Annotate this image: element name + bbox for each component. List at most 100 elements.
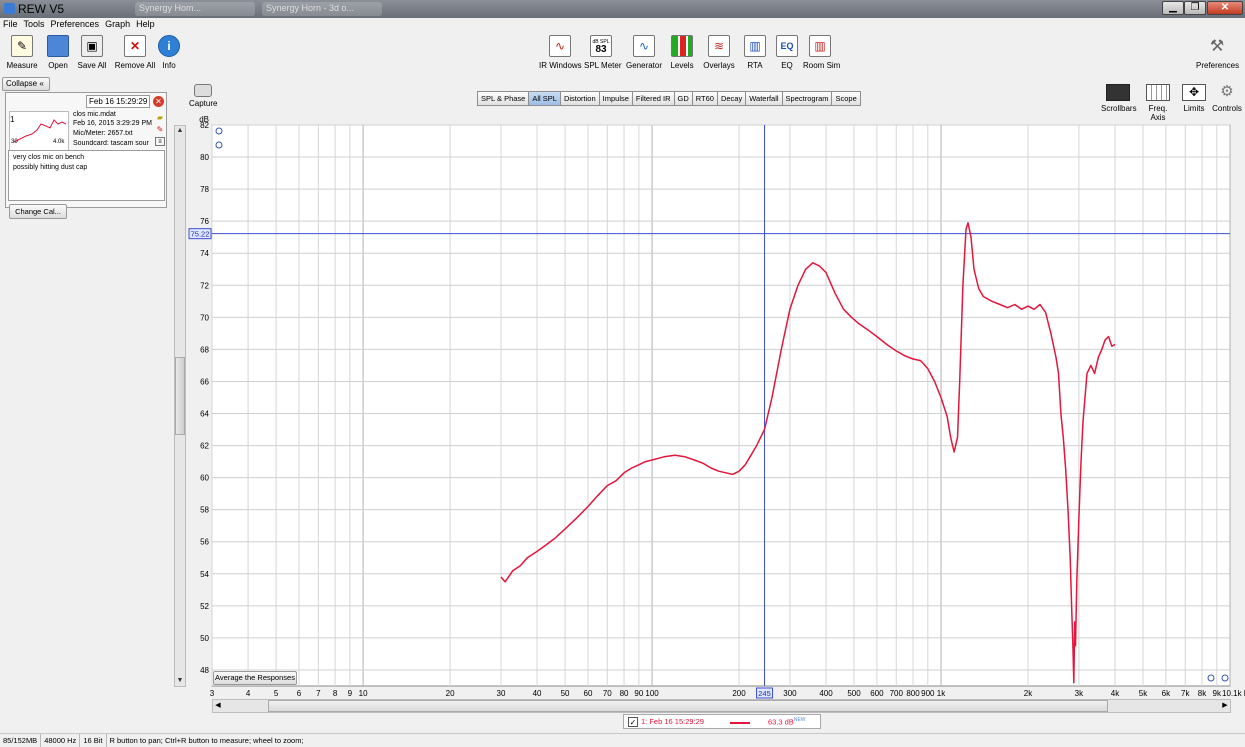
collapse-button[interactable]: Collapse « — [2, 77, 50, 91]
x-tick-label: 500 — [847, 689, 861, 698]
x-tick-label: 400 — [819, 689, 833, 698]
cursor-y-label: 75.22 — [191, 230, 210, 239]
y-tick-label: 48 — [200, 666, 209, 675]
graph-tabs: SPL & Phase All SPL Distortion Impulse F… — [477, 91, 861, 106]
ir-windows-button[interactable]: ∿ IR Windows — [539, 35, 582, 70]
status-memory: 85/152MB — [0, 734, 42, 747]
y-tick-label: 60 — [200, 474, 209, 483]
room-sim-icon: ▥ — [809, 35, 831, 57]
x-tick-label: 90 — [634, 689, 643, 698]
measurement-card[interactable]: Feb 16 15:29:29 ✕ 1 30 4.0k clos mic.mda… — [5, 92, 167, 219]
x-tick-label: 70 — [603, 689, 612, 698]
capture-button[interactable]: Capture — [189, 84, 217, 108]
x-tick-label: 4 — [246, 689, 251, 698]
measurement-mic-meter: Mic/Meter: 2657.txt — [73, 130, 133, 137]
tab-distortion[interactable]: Distortion — [559, 91, 600, 106]
edit-icon[interactable]: ✎ — [155, 125, 165, 134]
tab-scope[interactable]: Scope — [831, 91, 861, 106]
maximize-icon[interactable]: ❐ — [1184, 1, 1206, 15]
scroll-down-icon[interactable]: ▼ — [175, 676, 185, 686]
tab-waterfall[interactable]: Waterfall — [745, 91, 783, 106]
x-tick-label: 200 — [732, 689, 746, 698]
spl-graph[interactable]: 48 50 52 54 56 58 60 62 64 66 68 70 72 74 76 78 80 82 dB 3 4… — [186, 112, 1245, 702]
spl-meter-button[interactable]: dB SPL 83 SPL Meter — [584, 35, 622, 70]
spl-chart[interactable]: 485052545658606264666870727476788082dB3 4… — [186, 112, 1245, 702]
tab-all-spl[interactable]: All SPL — [528, 91, 561, 106]
levels-button[interactable]: Levels — [669, 35, 695, 70]
scroll-up-icon[interactable]: ▲ — [175, 126, 185, 136]
tab-rt60[interactable]: RT60 — [691, 91, 718, 106]
vertical-scrollbar[interactable]: ▲ ▼ — [174, 125, 186, 687]
notes-line: very clos mic on bench — [13, 154, 85, 161]
tab-decay[interactable]: Decay — [716, 91, 747, 106]
scroll-left-icon[interactable]: ◀ — [213, 700, 223, 712]
minimize-icon[interactable]: ▁ — [1162, 1, 1184, 15]
legend-checkbox[interactable]: ✓ — [628, 717, 638, 727]
x-tick-label: 2k — [1024, 689, 1033, 698]
x-tick-label: 1k — [937, 689, 946, 698]
tab-filtered-ir[interactable]: Filtered IR — [631, 91, 675, 106]
vertical-scroll-thumb[interactable] — [175, 357, 185, 435]
background-tab[interactable]: Synergy Hom... — [135, 2, 255, 16]
cursor-x-label: 245 — [758, 689, 771, 698]
change-cal-button[interactable]: Change Cal... — [9, 204, 67, 219]
y-tick-label: 78 — [200, 185, 209, 194]
rta-button[interactable]: ▥ RTA — [743, 35, 767, 70]
legend-series-name: 1: Feb 16 15:29:29 — [641, 717, 704, 726]
average-responses-button[interactable]: Average the Responses — [213, 671, 297, 685]
remove-all-button[interactable]: ✕ Remove All — [114, 35, 156, 70]
overlays-button[interactable]: ≋ Overlays — [703, 35, 735, 70]
y-tick-label: 74 — [200, 249, 209, 258]
x-tick-label: 4k — [1111, 689, 1120, 698]
scrollbars-icon — [1106, 84, 1130, 101]
menu-preferences[interactable]: Preferences — [48, 18, 103, 30]
controls-button[interactable]: ⚙ Controls — [1211, 84, 1243, 113]
x-tick-label: 80 — [620, 689, 629, 698]
main-toolbar: ✎ Measure Open ▣ Save All ✕ Remove All i Inf… — [0, 33, 1245, 75]
horizontal-scrollbar[interactable]: ◀ ▶ — [212, 699, 1231, 713]
measure-button[interactable]: ✎ Measure — [6, 35, 38, 70]
x-tick-label: 600 — [870, 689, 884, 698]
close-icon[interactable]: ✕ — [1207, 1, 1243, 15]
background-tab[interactable]: Synergy Horn - 3d o... — [262, 2, 382, 16]
eq-button[interactable]: EQ EQ — [776, 35, 798, 70]
notes-line: possibly hitting dust cap — [13, 164, 88, 171]
save-all-button[interactable]: ▣ Save All — [77, 35, 107, 70]
tab-spl-phase[interactable]: SPL & Phase — [477, 91, 530, 106]
remove-measurement-icon[interactable]: ✕ — [153, 96, 164, 107]
menu-bar: File Tools Preferences Graph Help — [0, 18, 1245, 33]
y-axis-label: dB — [199, 115, 209, 124]
title-bar: REW V5 Synergy Hom... Synergy Horn - 3d … — [0, 0, 1245, 18]
spl-meter-icon: dB SPL 83 — [590, 35, 612, 57]
mic-cal-icon[interactable]: ▰ — [155, 113, 165, 122]
menu-file[interactable]: File — [0, 18, 21, 30]
y-tick-label: 72 — [200, 281, 209, 290]
scroll-right-icon[interactable]: ▶ — [1220, 700, 1230, 712]
y-tick-label: 70 — [200, 313, 209, 322]
limits-button[interactable]: ✥ Limits — [1180, 84, 1208, 113]
tab-spectrogram[interactable]: Spectrogram — [781, 91, 833, 106]
scrollbars-button[interactable]: Scrollbars — [1101, 84, 1137, 113]
horizontal-scroll-thumb[interactable] — [268, 700, 1108, 712]
info-button[interactable]: i Info — [158, 35, 180, 70]
measurement-date-field[interactable]: Feb 16 15:29:29 — [86, 95, 150, 108]
x-tick-label: 300 — [783, 689, 797, 698]
measurement-notes[interactable]: very clos mic on bench possibly hitting … — [8, 150, 165, 201]
y-tick-label: 54 — [200, 570, 209, 579]
generator-button[interactable]: ∿ Generator — [626, 35, 662, 70]
tab-gd[interactable]: GD — [673, 91, 693, 106]
tab-impulse[interactable]: Impulse — [598, 91, 633, 106]
measure-icon: ✎ — [11, 35, 33, 57]
preferences-button[interactable]: ⚒ Preferences — [1196, 35, 1239, 70]
menu-tools[interactable]: Tools — [21, 18, 48, 30]
open-button[interactable]: Open — [44, 35, 72, 70]
measurement-thumbnail — [9, 111, 69, 151]
menu-help[interactable]: Help — [133, 18, 158, 30]
room-sim-button[interactable]: ▥ Room Sim — [803, 35, 840, 70]
camera-icon — [194, 84, 212, 97]
x-tick-label: 60 — [584, 689, 593, 698]
notes-icon[interactable]: ≡ — [155, 137, 165, 146]
menu-graph[interactable]: Graph — [102, 18, 133, 30]
generator-icon: ∿ — [633, 35, 655, 57]
x-tick-label: 800 — [906, 689, 920, 698]
